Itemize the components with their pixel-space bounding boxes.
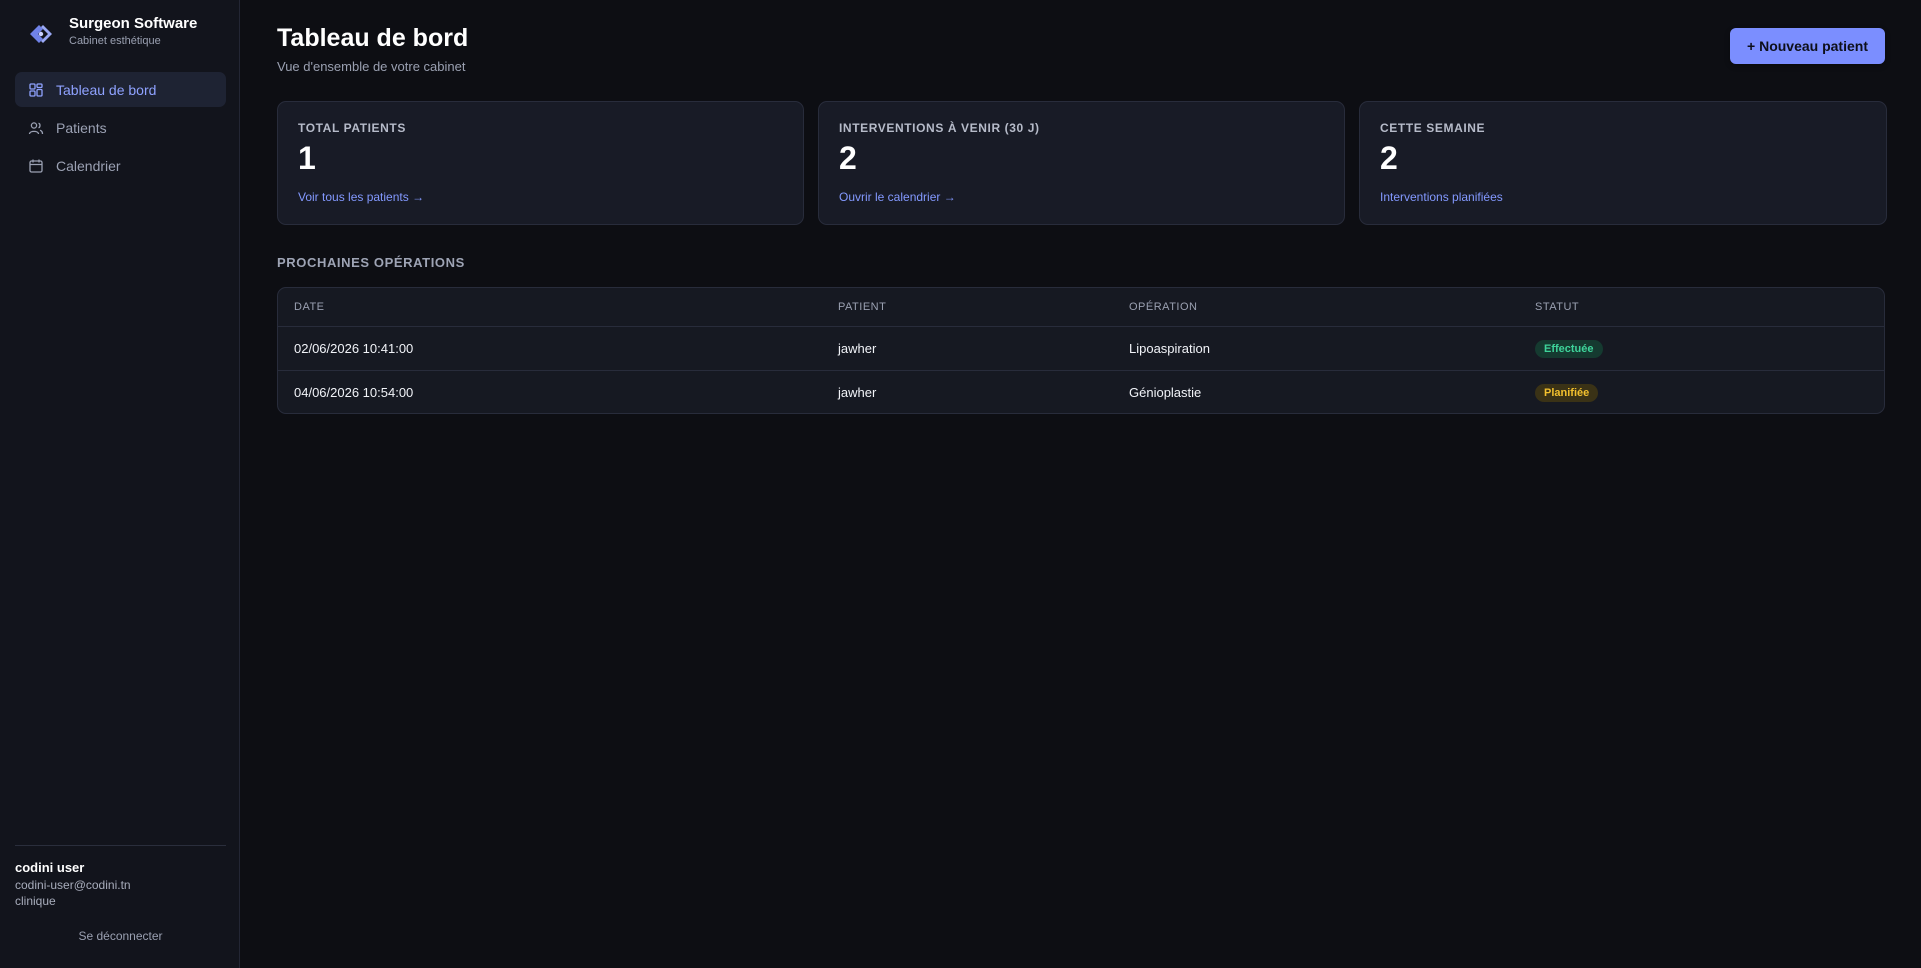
cell-patient: jawher bbox=[838, 385, 877, 400]
table-header: Date Patient Opération Statut bbox=[278, 288, 1884, 327]
cell-date: 04/06/2026 10:54:00 bbox=[294, 385, 414, 400]
cell-date: 02/06/2026 10:41:00 bbox=[294, 341, 414, 356]
section-title: Prochaines opérations bbox=[277, 255, 465, 270]
cell-operation: Lipoaspiration bbox=[1129, 341, 1210, 356]
user-email: codini-user@codini.tn bbox=[15, 878, 131, 892]
column-header-operation: Opération bbox=[1129, 301, 1198, 313]
stat-card-this-week: Cette semaine 2 Interventions planifiées bbox=[1359, 101, 1887, 225]
sidebar: Surgeon Software Cabinet esthétique Tabl… bbox=[0, 0, 240, 968]
table-row[interactable]: 04/06/2026 10:54:00 jawher Génioplastie … bbox=[278, 371, 1884, 413]
cell-operation: Génioplastie bbox=[1129, 385, 1202, 400]
sidebar-item-patients[interactable]: Patients bbox=[15, 110, 226, 145]
page-title: Tableau de bord bbox=[277, 24, 469, 52]
user-role: clinique bbox=[15, 894, 56, 908]
status-badge: Effectuée bbox=[1535, 339, 1603, 358]
operations-table: Date Patient Opération Statut 02/06/2026… bbox=[277, 287, 1885, 414]
stat-value: 2 bbox=[1380, 140, 1398, 176]
column-header-patient: Patient bbox=[838, 301, 887, 313]
page-subtitle: Vue d'ensemble de votre cabinet bbox=[277, 59, 466, 74]
logout-button[interactable]: Se déconnecter bbox=[15, 929, 226, 943]
stat-label: Interventions à venir (30 j) bbox=[839, 121, 1040, 135]
column-header-status: Statut bbox=[1535, 301, 1580, 313]
sidebar-item-label: Patients bbox=[56, 119, 107, 136]
table-row[interactable]: 02/06/2026 10:41:00 jawher Lipoaspiratio… bbox=[278, 327, 1884, 371]
stat-card-total-patients: Total patients 1 Voir tous les patients … bbox=[277, 101, 804, 225]
brand-subtitle: Cabinet esthétique bbox=[69, 35, 161, 47]
open-calendar-link[interactable]: Ouvrir le calendrier → bbox=[839, 190, 956, 204]
users-icon bbox=[28, 121, 44, 134]
planned-interventions-link[interactable]: Interventions planifiées bbox=[1380, 190, 1503, 204]
stat-value: 1 bbox=[298, 140, 316, 176]
stat-value: 2 bbox=[839, 140, 857, 176]
logo-icon bbox=[30, 25, 52, 43]
cell-status: Planifiée bbox=[1535, 371, 1599, 413]
stat-label: Cette semaine bbox=[1380, 121, 1486, 135]
stats-cards: Total patients 1 Voir tous les patients … bbox=[277, 101, 1887, 225]
user-name: codini user bbox=[15, 860, 85, 875]
brand-name: Surgeon Software bbox=[69, 15, 198, 32]
sidebar-nav: Tableau de bord Patients Calendrier bbox=[15, 72, 226, 186]
status-badge: Planifiée bbox=[1535, 383, 1599, 402]
brand[interactable]: Surgeon Software Cabinet esthétique bbox=[26, 14, 197, 49]
sidebar-item-calendar[interactable]: Calendrier bbox=[15, 148, 226, 183]
cell-status: Effectuée bbox=[1535, 327, 1603, 370]
column-header-date: Date bbox=[294, 301, 325, 313]
cell-patient: jawher bbox=[838, 341, 877, 356]
user-block: codini user codini-user@codini.tn cliniq… bbox=[15, 845, 226, 943]
stat-label: Total patients bbox=[298, 121, 406, 135]
calendar-icon bbox=[29, 159, 43, 173]
sidebar-item-label: Tableau de bord bbox=[56, 81, 157, 98]
view-patients-link[interactable]: Voir tous les patients → bbox=[298, 190, 424, 204]
stat-card-upcoming-interventions: Interventions à venir (30 j) 2 Ouvrir le… bbox=[818, 101, 1345, 225]
dashboard-icon bbox=[29, 82, 43, 97]
sidebar-item-dashboard[interactable]: Tableau de bord bbox=[15, 72, 226, 107]
new-patient-button[interactable]: + Nouveau patient bbox=[1730, 28, 1885, 64]
sidebar-item-label: Calendrier bbox=[56, 157, 121, 174]
